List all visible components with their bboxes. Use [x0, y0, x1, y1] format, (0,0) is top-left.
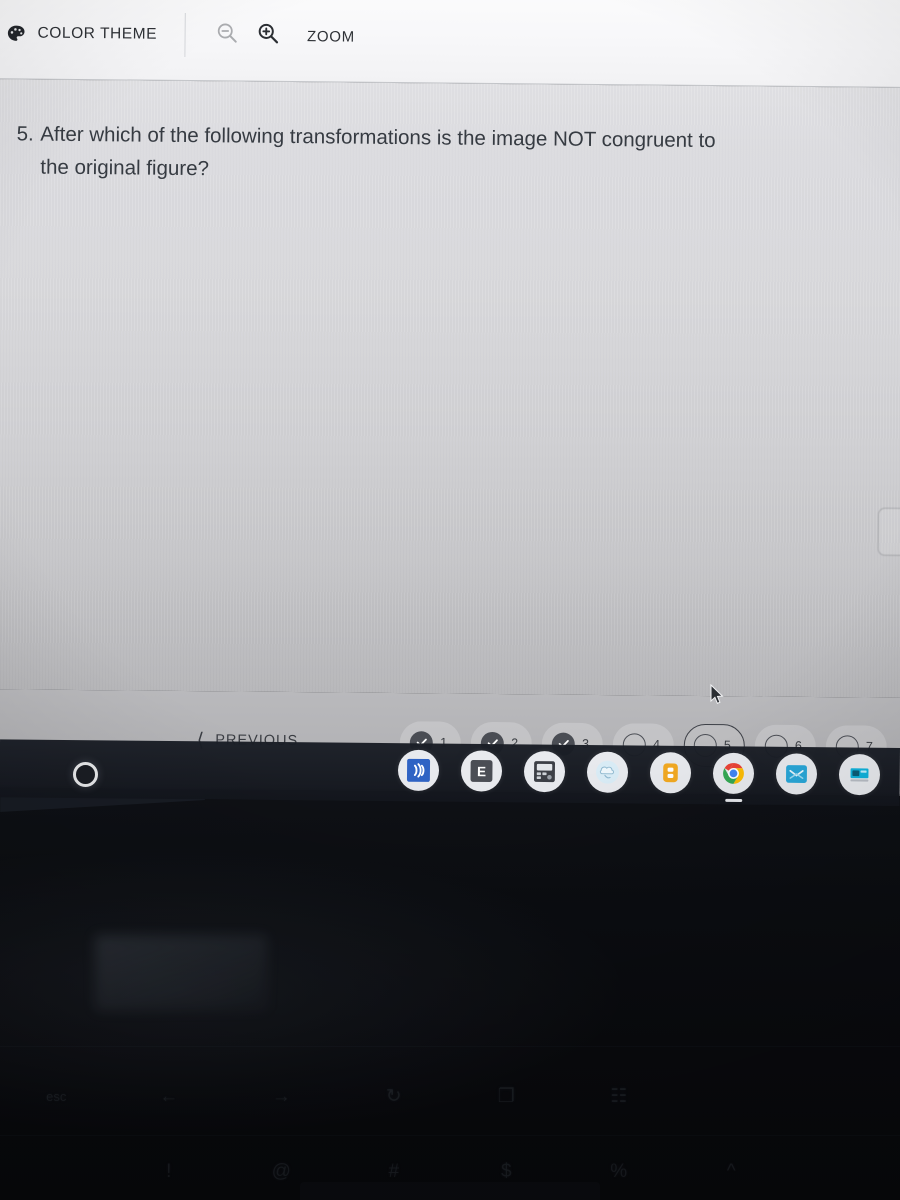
- question-line-2: the original figure?: [40, 155, 210, 181]
- svg-text:E: E: [477, 764, 486, 779]
- shelf-item-cloud-app-icon[interactable]: [586, 751, 629, 793]
- toolbar-divider: [184, 12, 187, 57]
- palette-icon: [5, 23, 26, 44]
- drive-app-icon: [658, 760, 683, 785]
- key-6: ^: [726, 1161, 736, 1182]
- color-theme-button[interactable]: COLOR THEME: [5, 0, 157, 81]
- question-line-1: After which of the following transformat…: [40, 122, 716, 153]
- magnifier-minus-icon: [214, 20, 239, 50]
- shelf-item-sound-waves-icon[interactable]: [397, 749, 440, 792]
- key-7: [788, 1160, 900, 1184]
- zoom-label: ZOOM: [306, 27, 355, 46]
- sound-waves-icon: [406, 758, 431, 783]
- keyboard-number-row: ! @ # $ % ^: [0, 1160, 900, 1184]
- screen-reflection: [95, 935, 267, 1011]
- shelf-item-chrome-browser-icon[interactable]: [712, 752, 755, 802]
- key-tilde: [0, 1160, 113, 1184]
- trackpad: [300, 1182, 600, 1200]
- app-toolbar: COLOR THEME ZOOM: [0, 0, 900, 88]
- key-3: #: [388, 1161, 400, 1182]
- key-back: ←: [159, 1086, 179, 1107]
- key-fullscreen: ❐: [497, 1086, 515, 1107]
- active-app-indicator: [724, 798, 742, 802]
- question-text: 5. After which of the following transfor…: [16, 117, 877, 191]
- key-reload: ↻: [385, 1086, 402, 1107]
- key-esc: esc: [46, 1089, 67, 1104]
- key-overview: ☷: [610, 1086, 628, 1107]
- color-theme-label: COLOR THEME: [37, 24, 158, 43]
- edge-panel-handle[interactable]: [877, 507, 900, 556]
- screenshot-root: esc ← → ↻ ❐ ☷ ! @ # $ % ^ COLOR THEME ZO…: [0, 0, 900, 1200]
- launcher-circle-icon[interactable]: [73, 762, 98, 787]
- keyboard-seam-top: [0, 1046, 900, 1047]
- shelf-item-calculator-device-icon[interactable]: [523, 750, 566, 793]
- key-2: @: [271, 1161, 291, 1182]
- keyboard-function-row: esc ← → ↻ ❐ ☷: [0, 1085, 900, 1109]
- calculator-device-icon: [532, 759, 557, 784]
- letter-e-app-icon: E: [469, 758, 494, 783]
- teal-app-icon: [847, 762, 872, 787]
- key-forward: →: [271, 1086, 291, 1107]
- key-1: !: [166, 1161, 172, 1182]
- key-5: %: [610, 1161, 628, 1182]
- keyboard-seam-bottom: [0, 1135, 900, 1136]
- key-4: $: [500, 1161, 512, 1182]
- zoom-controls: ZOOM: [212, 0, 356, 83]
- shelf-item-blue-app-icon[interactable]: [775, 753, 818, 795]
- laptop-screen: COLOR THEME ZOOM 5. After which of the f…: [0, 0, 900, 796]
- shelf-item-letter-e-app-icon[interactable]: E: [460, 750, 503, 792]
- cloud-app-icon: [595, 760, 620, 785]
- key-extra: [788, 1085, 900, 1109]
- chrome-browser-icon: [721, 761, 746, 786]
- question-number: 5.: [16, 122, 34, 146]
- question-content-area: 5. After which of the following transfor…: [0, 79, 900, 698]
- magnifier-plus-icon: [255, 21, 280, 51]
- blue-app-icon: [784, 761, 809, 786]
- key-brightness: [675, 1085, 788, 1109]
- zoom-in-button[interactable]: [253, 21, 283, 51]
- shelf-item-drive-app-icon[interactable]: [649, 752, 692, 794]
- zoom-out-button[interactable]: [212, 20, 242, 50]
- shelf-icon-list: E: [397, 749, 881, 802]
- shelf-item-teal-app-icon[interactable]: [838, 753, 881, 796]
